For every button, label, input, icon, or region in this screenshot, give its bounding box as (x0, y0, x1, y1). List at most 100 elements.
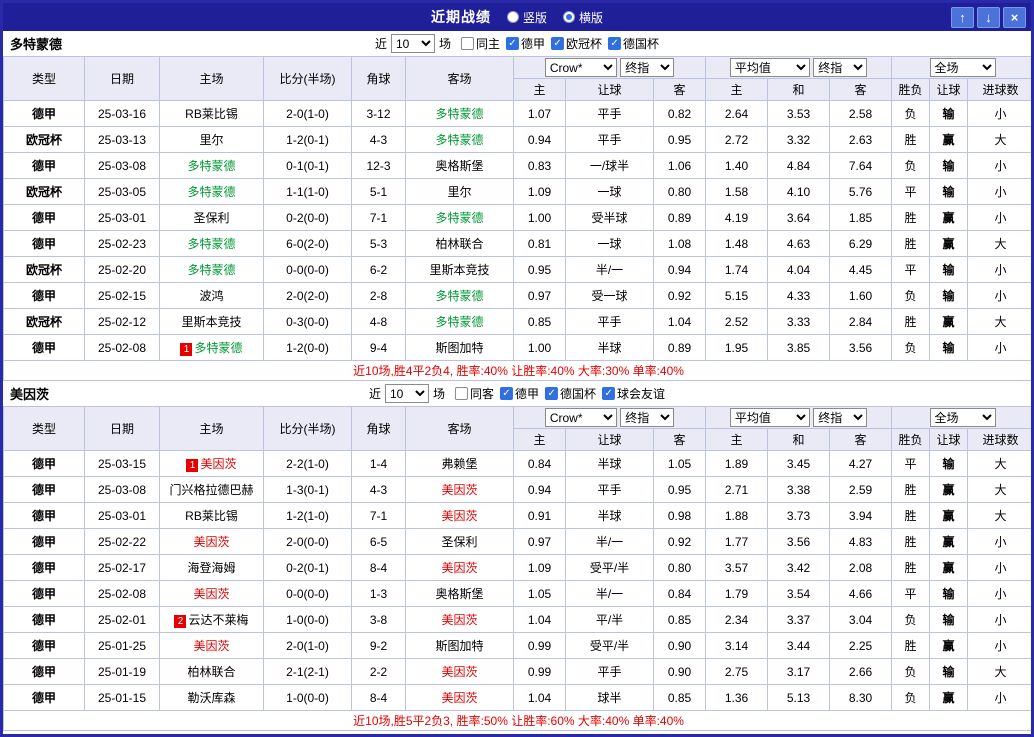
scope-select[interactable]: 全场 (929, 58, 996, 77)
checkbox-checked-icon[interactable]: ✓ (545, 387, 559, 400)
team-name-link[interactable]: 勒沃库森 (187, 691, 235, 705)
filter-checkbox-德国杯[interactable]: ✓ 德国杯 (608, 35, 659, 52)
scope-select[interactable]: 全场 (929, 408, 996, 427)
filter-checkbox-同主[interactable]: 同主 (460, 35, 500, 52)
goals-cell: 小 (967, 256, 1031, 283)
layout-radio-vertical[interactable]: 竖版 (506, 9, 547, 26)
team-name-link[interactable]: 柏林联合 (187, 665, 235, 679)
scope-select-cell: 全场 (891, 406, 1031, 429)
team-name-link[interactable]: 圣保利 (441, 535, 477, 549)
checkbox-checked-icon[interactable]: ✓ (506, 37, 519, 50)
filter-checkbox-同客[interactable]: 同客 (454, 385, 494, 402)
team-name-link[interactable]: 斯图加特 (435, 639, 483, 653)
team-name-link[interactable]: 美因茨 (193, 587, 229, 601)
team-name-link[interactable]: 多特蒙德 (194, 341, 242, 355)
team-name-link[interactable]: 美因茨 (193, 535, 229, 549)
goals-cell: 大 (967, 502, 1031, 529)
away-team-cell: 美因茨 (405, 606, 514, 633)
col-avg-home: 主 (705, 428, 769, 451)
score-cell: 1-2(0-1) (263, 126, 352, 153)
date-cell: 25-03-16 (84, 100, 160, 127)
odds-home-cell: 1.04 (513, 684, 566, 711)
checkbox-checked-icon[interactable]: ✓ (608, 37, 622, 50)
team-name-link[interactable]: 里斯本竞技 (181, 315, 241, 329)
avg-away-cell: 7.64 (829, 152, 893, 179)
odds-period-select[interactable]: 终指 (620, 58, 675, 77)
team-name-link[interactable]: 奥格斯堡 (435, 587, 483, 601)
team-name-link[interactable]: 奥格斯堡 (435, 159, 483, 173)
filter-checkbox-欧冠杯[interactable]: ✓ 欧冠杯 (551, 35, 602, 52)
checkbox-unchecked-icon[interactable] (454, 387, 468, 400)
league-cell: 德甲 (3, 100, 85, 127)
filter-checkbox-德国杯[interactable]: ✓ 德国杯 (545, 385, 596, 402)
team-name-link[interactable]: 美因茨 (200, 457, 236, 471)
avg-source-select[interactable]: 平均值 (729, 58, 810, 77)
team-name-link[interactable]: 美因茨 (441, 509, 477, 523)
result-cell: 胜 (891, 204, 931, 231)
close-button[interactable]: × (1003, 6, 1026, 28)
filter-checkbox-球会友谊[interactable]: ✓ 球会友谊 (602, 385, 665, 402)
league-cell: 德甲 (3, 204, 85, 231)
down-arrow-button[interactable]: ↓ (977, 6, 1000, 28)
odds-selects-cell: Crow* 终指 (512, 56, 707, 79)
team-name-link[interactable]: 美因茨 (193, 639, 229, 653)
league-cell: 德甲 (3, 282, 85, 309)
layout-radio-horizontal[interactable]: 横版 (563, 9, 603, 26)
team-name-link[interactable]: 美因茨 (441, 561, 477, 575)
filter-checkbox-德甲[interactable]: ✓ 德甲 (500, 385, 539, 402)
col-result: 胜负 (891, 78, 931, 101)
checkbox-checked-icon[interactable]: ✓ (602, 387, 616, 400)
team-name-link[interactable]: 多特蒙德 (435, 133, 483, 147)
team-name-link[interactable]: 多特蒙德 (187, 159, 235, 173)
team-name-link[interactable]: 波鸿 (199, 289, 223, 303)
col-score: 比分(半场) (263, 56, 352, 101)
team-name-link[interactable]: 里斯本竞技 (429, 263, 489, 277)
radio-selected-icon[interactable] (563, 11, 575, 23)
avg-source-select[interactable]: 平均值 (729, 408, 810, 427)
team-name-link[interactable]: 圣保利 (193, 211, 229, 225)
recent-count-select[interactable]: 10 (390, 34, 435, 53)
team-name-link[interactable]: 海登海姆 (187, 561, 235, 575)
goals-cell: 小 (967, 580, 1031, 607)
result-cell: 负 (891, 658, 931, 685)
avg-period-select[interactable]: 终指 (813, 408, 868, 427)
team-name-link[interactable]: 柏林联合 (435, 237, 483, 251)
team-name-link[interactable]: 多特蒙德 (187, 237, 235, 251)
team-name-link[interactable]: 多特蒙德 (435, 107, 483, 121)
avg-period-select[interactable]: 终指 (813, 58, 868, 77)
radio-unselected-icon[interactable] (506, 11, 519, 23)
team-name-link[interactable]: 美因茨 (441, 665, 477, 679)
avg-away-cell: 6.29 (829, 230, 893, 257)
checkbox-checked-icon[interactable]: ✓ (551, 37, 565, 50)
recent-count-select[interactable]: 10 (384, 384, 429, 403)
team-name-link[interactable]: 多特蒙德 (435, 315, 483, 329)
odds-source-select[interactable]: Crow* (544, 58, 617, 77)
team-name-link[interactable]: 美因茨 (441, 691, 477, 705)
goals-cell: 大 (967, 126, 1031, 153)
team-name-link[interactable]: 多特蒙德 (187, 185, 235, 199)
team-name-link[interactable]: 斯图加特 (435, 341, 483, 355)
team-name-link[interactable]: 多特蒙德 (187, 263, 235, 277)
team-name-link[interactable]: RB莱比锡 (185, 107, 238, 121)
checkbox-checked-icon[interactable]: ✓ (500, 387, 513, 400)
handicap-result-cell: 输 (929, 152, 969, 179)
team-name-link[interactable]: RB莱比锡 (185, 509, 238, 523)
score-cell: 2-0(0-0) (263, 528, 352, 555)
team-name-link[interactable]: 门兴格拉德巴赫 (169, 483, 253, 497)
team-name-link[interactable]: 里尔 (447, 185, 471, 199)
team-name-link[interactable]: 里尔 (199, 133, 223, 147)
team-name-link[interactable]: 美因茨 (441, 613, 477, 627)
team-name-link[interactable]: 多特蒙德 (435, 289, 483, 303)
team-name-link[interactable]: 多特蒙德 (435, 211, 483, 225)
team-name-link[interactable]: 美因茨 (441, 483, 477, 497)
team-name-link[interactable]: 弗赖堡 (441, 457, 477, 471)
up-arrow-button[interactable]: ↑ (951, 6, 974, 28)
filter-checkbox-德甲[interactable]: ✓ 德甲 (506, 35, 545, 52)
odds-source-select[interactable]: Crow* (544, 408, 617, 427)
odds-period-select[interactable]: 终指 (620, 408, 675, 427)
date-cell: 25-03-13 (84, 126, 160, 153)
handicap-line-cell: 半/一 (565, 528, 654, 555)
checkbox-unchecked-icon[interactable] (460, 37, 474, 50)
team-name-link[interactable]: 云达不莱梅 (188, 613, 248, 627)
odds-home-cell: 0.94 (513, 126, 566, 153)
